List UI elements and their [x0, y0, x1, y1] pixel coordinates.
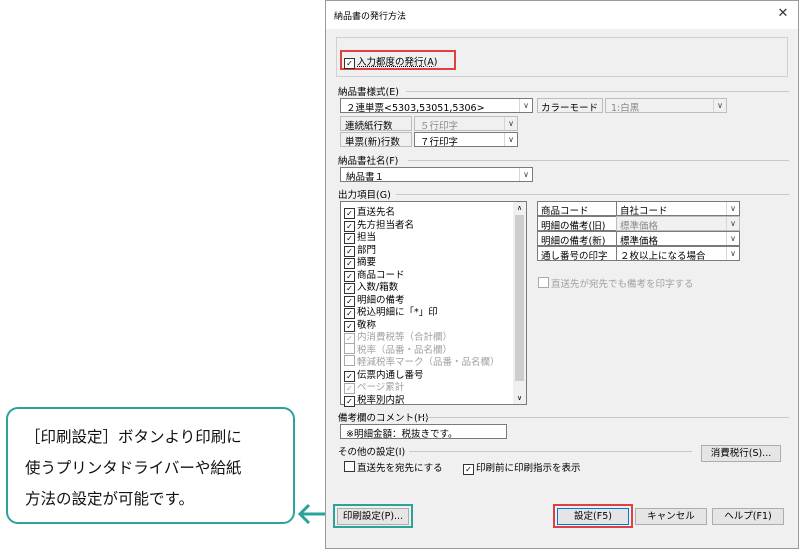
tax-row-button[interactable]: 消費税行(S)... [701, 445, 781, 462]
continuous-rows-label: 連続紙行数 [345, 121, 393, 132]
company-label: 納品書社名(F) [338, 156, 399, 167]
close-icon[interactable]: ✕ [775, 6, 791, 22]
continuous-rows-value: ５行印字 [420, 121, 459, 132]
settings-row-value-text: 標準価格 [620, 236, 659, 247]
chevron-down-icon: ∨ [519, 99, 532, 112]
chevron-down-icon: ∨ [726, 217, 739, 230]
callout-line-2: 使うプリンタドライバーや給紙 [25, 459, 242, 477]
settings-row: 明細の備考(旧) 標準価格 ∨ [537, 216, 740, 232]
company-select[interactable]: 納品書１ ∨ [340, 167, 533, 183]
other-settings-label: その他の設定(I) [338, 447, 406, 458]
scroll-down-icon[interactable]: ∨ [513, 392, 526, 404]
settings-row-value-text: 標準価格 [620, 221, 659, 232]
cancel-button[interactable]: キャンセル [635, 508, 707, 525]
continuous-rows-caption: 連続紙行数 [340, 116, 412, 132]
title-bar: 納品書の発行方法 ✕ [326, 1, 798, 29]
ok-button[interactable]: 設定(F5) [557, 508, 629, 525]
remark-comment-label: 備考欄のコメント(H) [338, 413, 429, 424]
checkbox-icon [538, 277, 549, 288]
issue-each-input-checkbox[interactable]: ✓ 入力都度の発行(A) [344, 54, 437, 69]
continuous-rows-select[interactable]: ５行印字 ∨ [414, 116, 518, 132]
callout-line-1: ［印刷設定］ボタンより印刷に [25, 428, 242, 446]
settings-row-value-text: ２枚以上になる場合 [620, 251, 706, 262]
color-mode-select[interactable]: 1:白黒 ∨ [605, 98, 727, 114]
callout-box: ［印刷設定］ボタンより印刷に 使うプリンタドライバーや給紙 方法の設定が可能です… [6, 407, 295, 524]
check-icon: ✓ [344, 58, 355, 69]
chevron-down-icon: ∨ [713, 99, 726, 112]
help-button[interactable]: ヘルプ(F1) [712, 508, 784, 525]
direct-remark-label: 直送先が宛先でも備考を印字する [551, 279, 694, 290]
check-icon: ✓ [463, 464, 474, 475]
chevron-down-icon: ∨ [726, 232, 739, 245]
color-mode-caption: カラーモード [537, 98, 603, 114]
dialog-window: 納品書の発行方法 ✕ ✓ 入力都度の発行(A) 納品書様式(E) ２連単票<530… [325, 0, 799, 549]
scrollbar[interactable]: ∧ ∨ [513, 202, 526, 404]
single-rows-caption: 単票(新)行数 [340, 132, 412, 148]
format-label: 納品書様式(E) [338, 87, 399, 98]
color-mode-label: カラーモード [541, 103, 599, 114]
chevron-down-icon: ∨ [726, 202, 739, 215]
settings-grid: 商品コード 自社コード ∨ 明細の備考(旧) 標準価格 ∨ 明細の備考(新) 標準価格 ∨ 通し番… [537, 201, 740, 262]
output-item[interactable]: ✓ 税率別内訳 [344, 392, 405, 407]
company-value: 納品書１ [346, 172, 385, 183]
settings-row-value-text: 自社コード [620, 206, 668, 217]
print-confirm-label: 印刷前に印刷指示を表示 [476, 463, 581, 474]
settings-row-value[interactable]: 自社コード ∨ [616, 201, 740, 217]
output-item-label: 税率別内訳 [357, 394, 405, 406]
single-rows-select[interactable]: ７行印字 ∨ [414, 132, 518, 148]
single-rows-label: 単票(新)行数 [345, 137, 400, 148]
settings-row-name-text: 明細の備考(旧) [541, 221, 606, 232]
divider [421, 417, 789, 418]
settings-row-name: 明細の備考(旧) [537, 216, 617, 232]
direct-to-checkbox[interactable]: 直送先を宛先にする [344, 460, 443, 474]
divider [406, 91, 789, 92]
output-items-label: 出力項目(G) [338, 190, 391, 201]
issue-each-input-label: 入力都度の発行(A) [357, 57, 438, 68]
settings-row-name: 通し番号の印字 [537, 246, 617, 262]
settings-row-name: 明細の備考(新) [537, 231, 617, 247]
settings-row-value[interactable]: 標準価格 ∨ [616, 231, 740, 247]
checkbox-icon [344, 342, 355, 354]
single-rows-value: ７行印字 [420, 137, 459, 148]
settings-row-value[interactable]: 標準価格 ∨ [616, 216, 740, 232]
color-mode-value: 1:白黒 [611, 103, 640, 114]
print-setup-button[interactable]: 印刷設定(P)... [337, 508, 409, 525]
settings-row: 通し番号の印字 ２枚以上になる場合 ∨ [537, 246, 740, 262]
checkbox-icon [344, 355, 355, 366]
divider [408, 160, 789, 161]
format-select[interactable]: ２連単票<5303,53051,5306> ∨ [340, 98, 533, 114]
settings-row-name-text: 通し番号の印字 [541, 251, 608, 262]
chevron-down-icon: ∨ [504, 117, 517, 130]
settings-row-name: 商品コード [537, 201, 617, 217]
print-confirm-checkbox[interactable]: ✓ 印刷前に印刷指示を表示 [463, 460, 581, 475]
remark-comment-input[interactable]: ※明細金額：税抜きです。 [340, 424, 507, 440]
chevron-down-icon: ∨ [504, 133, 517, 146]
checkbox-icon [344, 461, 355, 472]
chevron-down-icon: ∨ [726, 247, 739, 260]
output-items-list[interactable]: ✓ 直送先名 ✓ 先方担当者名 ✓ 担当 ✓ 部門 ✓ 摘要 ✓ 商品コード ✓ 入数/箱数 ✓ 明細の備考 ✓… [340, 201, 527, 407]
callout-line-3: 方法の設定が可能です。 [25, 490, 194, 508]
dialog-title: 納品書の発行方法 [334, 12, 407, 22]
format-value: ２連単票<5303,53051,5306> [346, 103, 485, 114]
scroll-thumb[interactable] [515, 215, 524, 381]
settings-row: 明細の備考(新) 標準価格 ∨ [537, 231, 740, 247]
settings-row-value[interactable]: ２枚以上になる場合 ∨ [616, 246, 740, 262]
settings-row-name-text: 商品コード [541, 206, 589, 217]
divider [396, 194, 789, 195]
direct-to-label: 直送先を宛先にする [357, 463, 443, 474]
direct-remark-checkbox[interactable]: 直送先が宛先でも備考を印字する [538, 276, 694, 290]
scroll-up-icon[interactable]: ∧ [513, 202, 526, 214]
check-icon: ✓ [344, 395, 355, 407]
settings-row: 商品コード 自社コード ∨ [537, 201, 740, 217]
chevron-down-icon: ∨ [519, 168, 532, 181]
settings-row-name-text: 明細の備考(新) [541, 236, 606, 247]
remark-comment-value: ※明細金額：税抜きです。 [346, 429, 458, 440]
divider [409, 451, 692, 452]
